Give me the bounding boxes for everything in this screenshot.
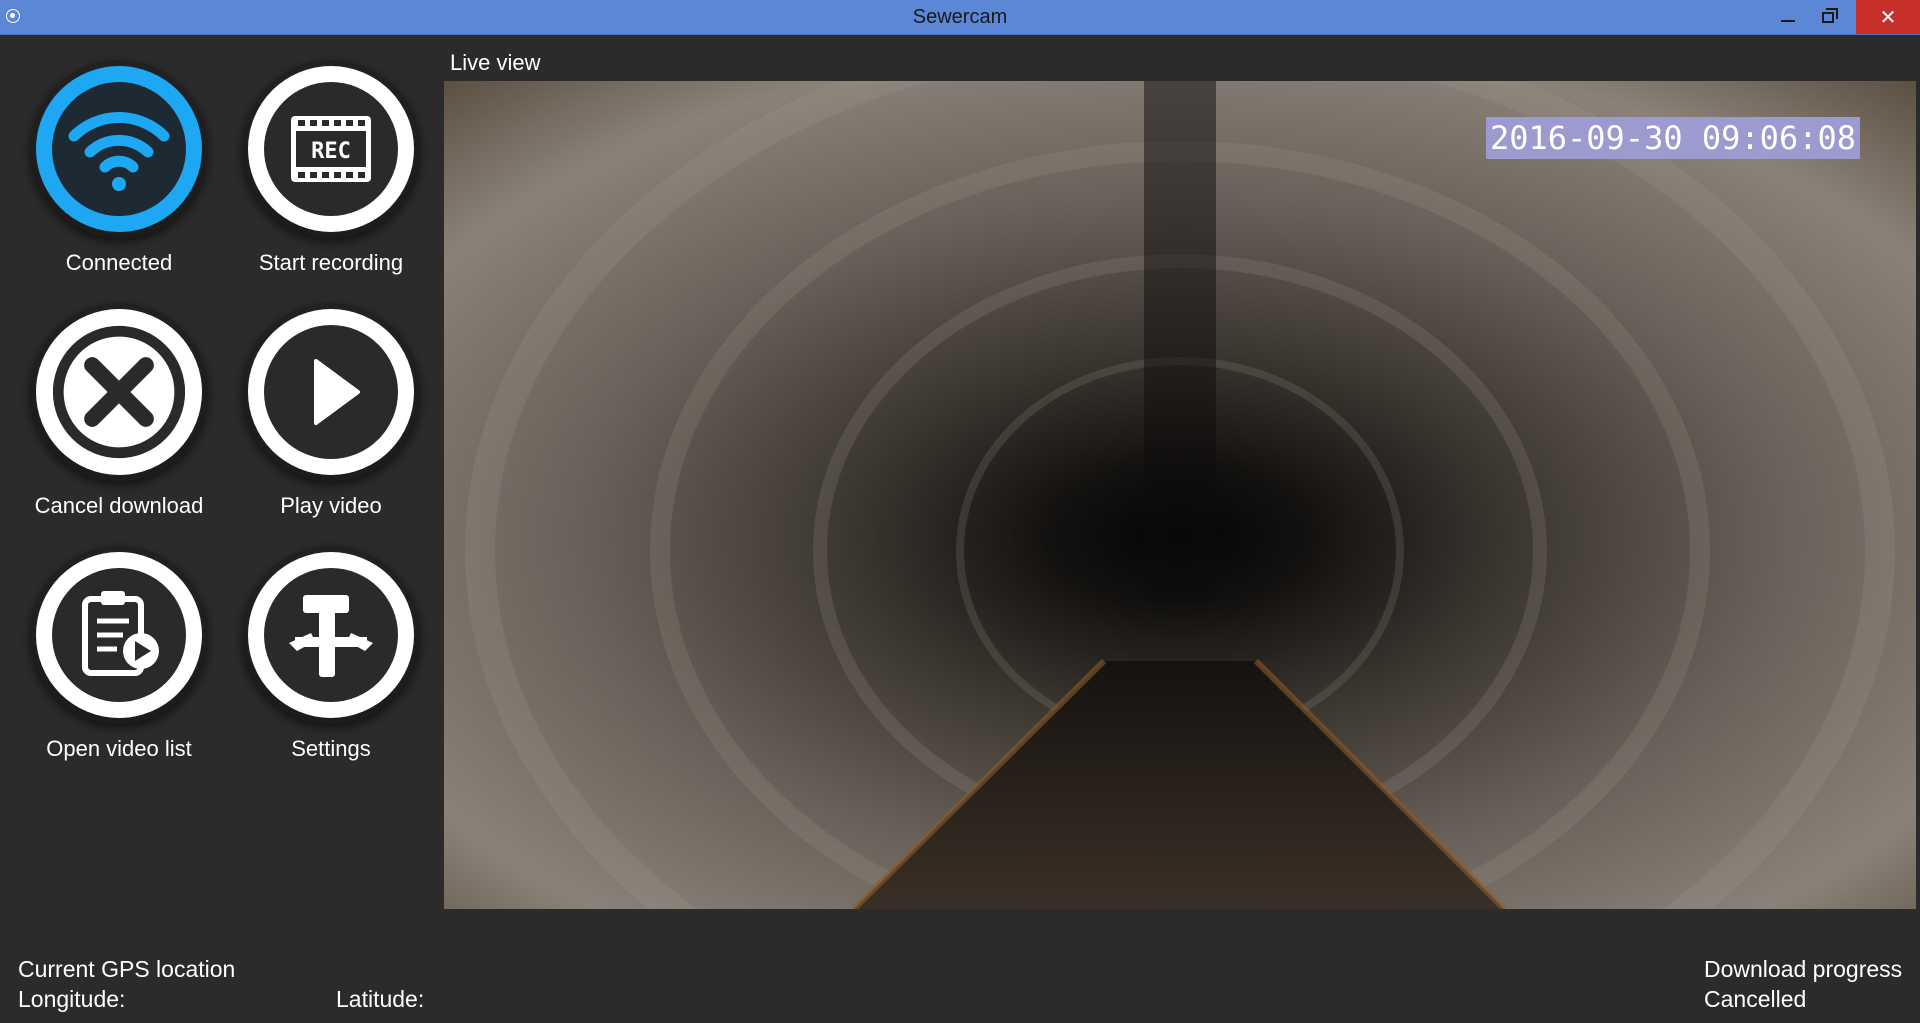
connected-button[interactable]: Connected bbox=[14, 60, 224, 276]
video-list-icon bbox=[82, 591, 159, 676]
settings-icon bbox=[289, 595, 373, 677]
wifi-icon bbox=[68, 112, 170, 191]
download-progress-heading: Download progress bbox=[1704, 956, 1903, 982]
cancel-download-button[interactable]: Cancel download bbox=[14, 303, 224, 519]
connected-label: Connected bbox=[65, 250, 173, 275]
maximize-button[interactable] bbox=[1806, 0, 1850, 34]
title-bar: Sewercam ✕ bbox=[0, 0, 1920, 35]
start-recording-button[interactable]: REC Start recording bbox=[226, 60, 436, 276]
play-video-label: Play video bbox=[280, 493, 382, 518]
download-status: Cancelled bbox=[1704, 986, 1807, 1012]
play-icon bbox=[314, 359, 360, 425]
settings-button[interactable]: Settings bbox=[226, 546, 436, 762]
cancel-icon bbox=[52, 325, 186, 459]
restore-icon bbox=[1822, 7, 1838, 23]
open-video-list-label: Open video list bbox=[46, 736, 192, 761]
longitude-label: Longitude: bbox=[18, 986, 126, 1012]
start-recording-button-ring: REC bbox=[242, 60, 420, 238]
connected-button-ring bbox=[30, 60, 208, 238]
cancel-download-button-ring bbox=[30, 303, 208, 481]
start-recording-label: Start recording bbox=[258, 250, 404, 275]
live-view-label: Live view bbox=[450, 50, 541, 75]
minimize-icon bbox=[1781, 20, 1795, 22]
settings-button-ring bbox=[242, 546, 420, 724]
close-icon: ✕ bbox=[1879, 6, 1897, 29]
video-timestamp: 2016-09-30 09:06:08 bbox=[1485, 117, 1860, 159]
open-video-list-button[interactable]: Open video list bbox=[14, 546, 224, 762]
rec-badge-text: REC bbox=[311, 139, 351, 164]
live-video-feed[interactable]: 2016-09-30 09:06:08 bbox=[444, 81, 1916, 909]
play-video-button-ring bbox=[242, 303, 420, 481]
rec-icon: REC bbox=[291, 116, 371, 182]
close-button[interactable]: ✕ bbox=[1856, 0, 1920, 34]
open-video-list-button-ring bbox=[30, 546, 208, 724]
minimize-button[interactable] bbox=[1766, 0, 1810, 34]
gps-heading: Current GPS location bbox=[18, 956, 236, 982]
play-video-button[interactable]: Play video bbox=[226, 303, 436, 519]
window-title: Sewercam bbox=[912, 6, 1008, 28]
settings-label: Settings bbox=[291, 736, 371, 761]
cancel-download-label: Cancel download bbox=[34, 493, 204, 518]
latitude-label: Latitude: bbox=[336, 986, 425, 1012]
sewer-tunnel-image bbox=[444, 81, 1916, 909]
